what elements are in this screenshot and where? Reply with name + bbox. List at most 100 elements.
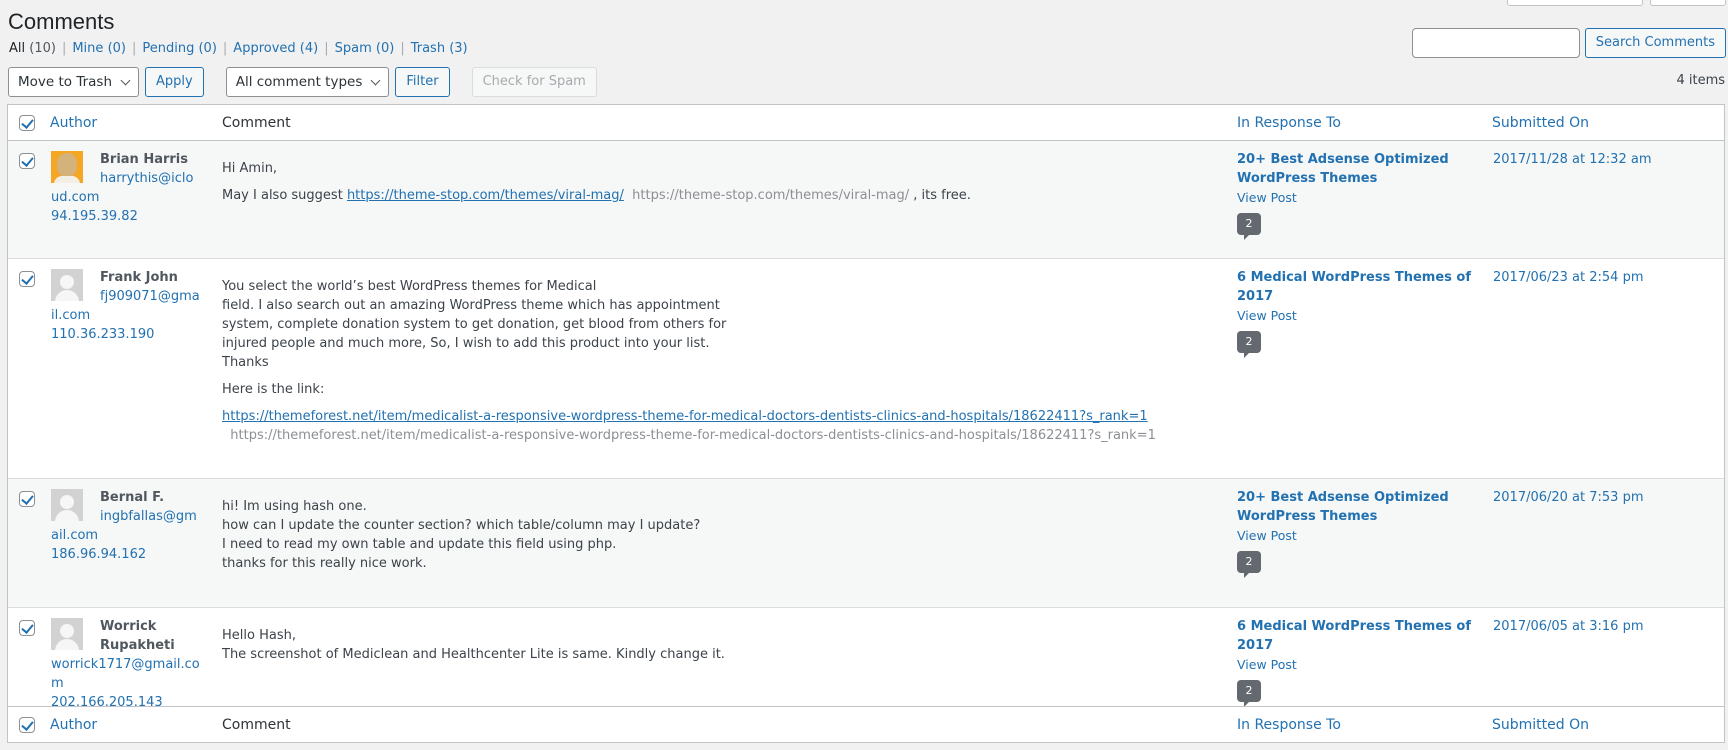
submitted-date-link[interactable]: 2017/06/05 at 3:16 pm bbox=[1493, 617, 1644, 636]
response-cell: 6 Medical WordPress Themes of 2017 View … bbox=[1237, 617, 1487, 707]
select-all-checkbox[interactable] bbox=[19, 115, 35, 131]
column-author-footer[interactable]: Author bbox=[50, 717, 97, 733]
author-cell: Brian Harris harrythis@icloud.com 94.195… bbox=[51, 150, 201, 226]
comment-line: thanks for this really nice work. bbox=[222, 556, 427, 571]
author-email[interactable]: fj909071@gmail.com bbox=[51, 287, 201, 325]
comment-type-select[interactable]: All comment types bbox=[225, 67, 390, 97]
comment-count-bubble-icon[interactable]: 2 bbox=[1237, 680, 1261, 707]
comment-line: system, complete donation system to get … bbox=[222, 317, 727, 332]
submitted-date-link[interactable]: 2017/06/23 at 2:54 pm bbox=[1493, 268, 1644, 287]
filter-approved-count[interactable]: (4) bbox=[300, 41, 318, 56]
chevron-down-icon bbox=[370, 75, 381, 86]
top-help-button[interactable] bbox=[1650, 0, 1726, 6]
top-screen-options-button[interactable] bbox=[1507, 0, 1643, 6]
bulk-action-select[interactable]: Move to Trash bbox=[8, 67, 140, 97]
filter-button[interactable]: Filter bbox=[395, 67, 450, 97]
comments-table: Author Comment In Response To Submitted … bbox=[7, 104, 1725, 743]
separator: | bbox=[61, 41, 67, 56]
view-post-link[interactable]: View Post bbox=[1237, 306, 1487, 325]
comment-line: field. I also search out an amazing Word… bbox=[222, 298, 720, 313]
row-checkbox[interactable] bbox=[19, 620, 35, 636]
author-name: Worrick Rupakheti bbox=[100, 619, 175, 653]
comment-line: how can I update the counter section? wh… bbox=[222, 518, 701, 533]
page-title: Comments bbox=[8, 8, 115, 34]
bulk-action-value: Move to Trash bbox=[18, 74, 113, 90]
post-title-link[interactable]: 6 Medical WordPress Themes of 2017 bbox=[1237, 268, 1487, 306]
response-cell: 20+ Best Adsense Optimized WordPress The… bbox=[1237, 150, 1487, 240]
filter-mine-label[interactable]: Mine bbox=[72, 41, 103, 56]
filter-all-count: (10) bbox=[29, 41, 56, 56]
author-cell: Frank John fj909071@gmail.com 110.36.233… bbox=[51, 268, 201, 344]
post-title-link[interactable]: 20+ Best Adsense Optimized WordPress The… bbox=[1237, 488, 1487, 526]
search-comments-input[interactable] bbox=[1411, 28, 1580, 58]
comment-text: You select the world’s best WordPress th… bbox=[222, 277, 1222, 445]
filter-pending[interactable]: Pending (0) bbox=[142, 41, 217, 56]
author-email[interactable]: harrythis@icloud.com bbox=[51, 169, 201, 207]
comment-line: Hi Amin, bbox=[222, 161, 278, 176]
filter-approved[interactable]: Approved (4) bbox=[233, 41, 318, 56]
comment-line: May I also suggest https://theme-stop.co… bbox=[222, 186, 1222, 205]
submitted-date-link[interactable]: 2017/11/28 at 12:32 am bbox=[1493, 150, 1651, 169]
table-row: Bernal F. ingbfallas@gmail.com 186.96.94… bbox=[8, 479, 1724, 608]
filter-spam-label[interactable]: Spam bbox=[335, 41, 372, 56]
column-author[interactable]: Author bbox=[50, 115, 97, 131]
table-header: Author Comment In Response To Submitted … bbox=[8, 105, 1724, 141]
comment-line: hi! Im using hash one. bbox=[222, 499, 367, 514]
table-row: Brian Harris harrythis@icloud.com 94.195… bbox=[8, 141, 1724, 259]
column-in-response-to[interactable]: In Response To bbox=[1237, 115, 1341, 131]
search-comments-button[interactable]: Search Comments bbox=[1584, 28, 1726, 58]
post-title-link[interactable]: 20+ Best Adsense Optimized WordPress The… bbox=[1237, 150, 1487, 188]
comment-paragraph: You select the world’s best WordPress th… bbox=[222, 277, 1222, 372]
select-all-checkbox-footer[interactable] bbox=[19, 717, 35, 733]
view-post-link[interactable]: View Post bbox=[1237, 188, 1487, 207]
submitted-date-link[interactable]: 2017/06/20 at 7:53 pm bbox=[1493, 488, 1644, 507]
comment-link[interactable]: https://themeforest.net/item/medicalist-… bbox=[222, 409, 1148, 424]
filter-pending-label[interactable]: Pending bbox=[142, 41, 194, 56]
filter-mine[interactable]: Mine (0) bbox=[72, 41, 126, 56]
filter-all-label[interactable]: All bbox=[9, 41, 25, 56]
filter-approved-label[interactable]: Approved bbox=[233, 41, 295, 56]
apply-button[interactable]: Apply bbox=[145, 67, 204, 97]
row-checkbox[interactable] bbox=[19, 491, 35, 507]
view-post-link[interactable]: View Post bbox=[1237, 526, 1487, 545]
check-for-spam-button[interactable]: Check for Spam bbox=[471, 67, 597, 97]
filter-mine-count[interactable]: (0) bbox=[108, 41, 126, 56]
comment-count-bubble-icon[interactable]: 2 bbox=[1237, 213, 1261, 240]
comment-line: Hello Hash, bbox=[222, 628, 296, 643]
comment-paragraph: Hello Hash, The screenshot of Mediclean … bbox=[222, 626, 1222, 664]
row-checkbox[interactable] bbox=[19, 153, 35, 169]
comment-line: You select the world’s best WordPress th… bbox=[222, 279, 597, 294]
author-ip[interactable]: 186.96.94.162 bbox=[51, 545, 201, 564]
response-cell: 6 Medical WordPress Themes of 2017 View … bbox=[1237, 268, 1487, 358]
table-row: Frank John fj909071@gmail.com 110.36.233… bbox=[8, 259, 1724, 479]
comment-count-bubble-icon[interactable]: 2 bbox=[1237, 551, 1261, 578]
comment-link[interactable]: https://theme-stop.com/themes/viral-mag/ bbox=[347, 188, 624, 203]
comment-url-text: https://theme-stop.com/themes/viral-mag/ bbox=[632, 188, 910, 203]
filter-spam[interactable]: Spam (0) bbox=[335, 41, 395, 56]
filter-spam-count[interactable]: (0) bbox=[376, 41, 394, 56]
filter-trash-count[interactable]: (3) bbox=[449, 41, 467, 56]
author-email[interactable]: worrick1717@gmail.com bbox=[51, 655, 201, 693]
column-submitted-on-footer[interactable]: Submitted On bbox=[1492, 717, 1589, 733]
view-post-link[interactable]: View Post bbox=[1237, 655, 1487, 674]
comment-line: I need to read my own table and update t… bbox=[222, 537, 617, 552]
status-filter-links: All (10) | Mine (0) | Pending (0) | Approved (… bbox=[9, 41, 468, 56]
table-row: Worrick Rupakheti worrick1717@gmail.com … bbox=[8, 608, 1724, 710]
filter-trash[interactable]: Trash (3) bbox=[411, 41, 468, 56]
author-ip[interactable]: 94.195.39.82 bbox=[51, 207, 201, 226]
comment-line: Thanks bbox=[222, 355, 269, 370]
author-cell: Worrick Rupakheti worrick1717@gmail.com … bbox=[51, 617, 201, 712]
post-title-link[interactable]: 6 Medical WordPress Themes of 2017 bbox=[1237, 617, 1487, 655]
column-in-response-to-footer[interactable]: In Response To bbox=[1237, 717, 1341, 733]
comment-count-bubble-icon[interactable]: 2 bbox=[1237, 331, 1261, 358]
author-name: Brian Harris bbox=[100, 152, 188, 167]
author-email[interactable]: ingbfallas@gmail.com bbox=[51, 507, 201, 545]
filter-all[interactable]: All (10) bbox=[9, 41, 56, 56]
separator: | bbox=[324, 41, 329, 56]
filter-pending-count[interactable]: (0) bbox=[198, 41, 216, 56]
filter-trash-label[interactable]: Trash bbox=[411, 41, 445, 56]
comment-text-fragment: May I also suggest bbox=[222, 188, 347, 203]
author-ip[interactable]: 110.36.233.190 bbox=[51, 325, 201, 344]
column-submitted-on[interactable]: Submitted On bbox=[1492, 115, 1589, 131]
row-checkbox[interactable] bbox=[19, 271, 35, 287]
